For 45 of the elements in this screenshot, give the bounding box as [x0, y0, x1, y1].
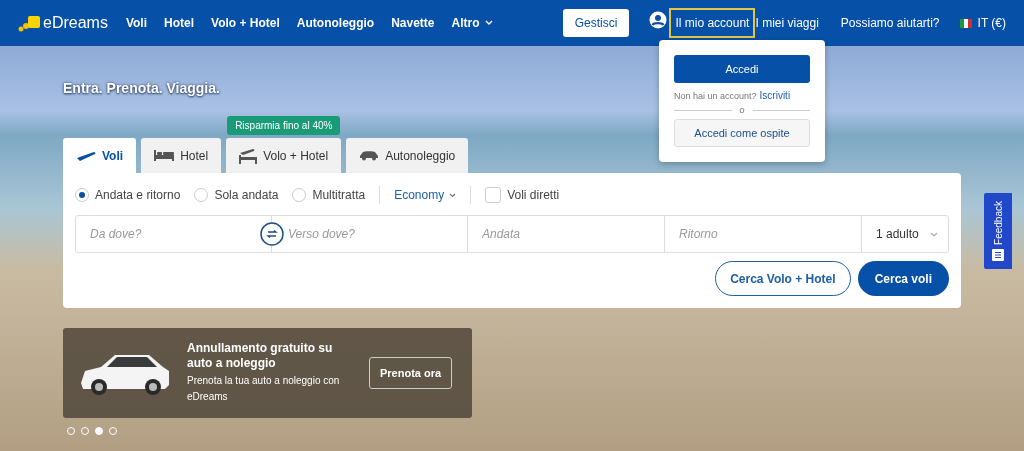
flag-icon [959, 18, 972, 28]
separator-text: o [739, 105, 745, 115]
search-tab[interactable]: Autonoleggio [346, 138, 469, 173]
user-icon[interactable] [649, 11, 668, 29]
nav-link[interactable]: Navette [391, 16, 435, 30]
trip-type-label: Multitratta [312, 188, 366, 202]
signup-link[interactable]: Iscriviti [759, 90, 791, 101]
logo-icon [18, 16, 40, 32]
nav-link[interactable]: Hotel [164, 16, 195, 30]
search-tab[interactable]: Hotel [141, 138, 222, 173]
login-button[interactable]: Accedi [674, 55, 810, 83]
book-now-button[interactable]: Prenota ora [369, 357, 453, 389]
logo-text[interactable]: eDreams [43, 14, 108, 32]
plane-bed-icon [239, 147, 258, 164]
search-tab[interactable]: Volo + Hotel [226, 138, 342, 173]
direct-flights-checkbox[interactable]: Voli diretti [485, 187, 560, 203]
promo-description: Prenota la tua auto a noleggio con eDreams [187, 374, 341, 404]
account-link[interactable]: Il mio account [669, 8, 756, 38]
trip-type-label: Sola andata [214, 188, 279, 202]
plane-icon [76, 149, 96, 162]
carousel-dot[interactable] [95, 427, 103, 435]
nav-link[interactable]: Voli [125, 16, 148, 30]
signup-prompt: Non hai un account? [674, 91, 757, 101]
caret-icon [484, 20, 493, 26]
manage-button[interactable]: Gestisci [562, 9, 630, 37]
guest-login-button[interactable]: Accedi come ospite [674, 119, 810, 147]
trips-link[interactable]: I miei viaggi [755, 16, 819, 30]
help-link[interactable]: Possiamo aiutarti? [840, 16, 940, 30]
search-flights-button[interactable]: Cerca voli [857, 261, 949, 296]
bed-icon [154, 150, 175, 161]
tagline: Entra. Prenota. Viaggia. [63, 80, 220, 97]
car-icon [359, 150, 380, 161]
nav-link[interactable]: Volo + Hotel [211, 16, 280, 30]
trip-type-label: Andata e ritorno [95, 188, 181, 202]
discount-badge: Risparmia fino al 40% [227, 116, 341, 135]
nav-link[interactable]: Autonoleggio [296, 16, 375, 30]
list-icon [992, 249, 1004, 262]
promo-title: Annullamento gratuito su auto a noleggio [187, 341, 334, 371]
cabin-class-dropdown[interactable]: Economy [394, 188, 457, 202]
nav-link[interactable]: Altro [451, 16, 493, 30]
locale-selector[interactable]: IT (€) [977, 16, 1006, 30]
caret-icon [449, 192, 457, 198]
search-tab[interactable]: Voli [63, 138, 137, 173]
feedback-tab[interactable]: Feedback [984, 193, 1012, 269]
search-flight-hotel-button[interactable]: Cerca Volo + Hotel [715, 261, 851, 296]
